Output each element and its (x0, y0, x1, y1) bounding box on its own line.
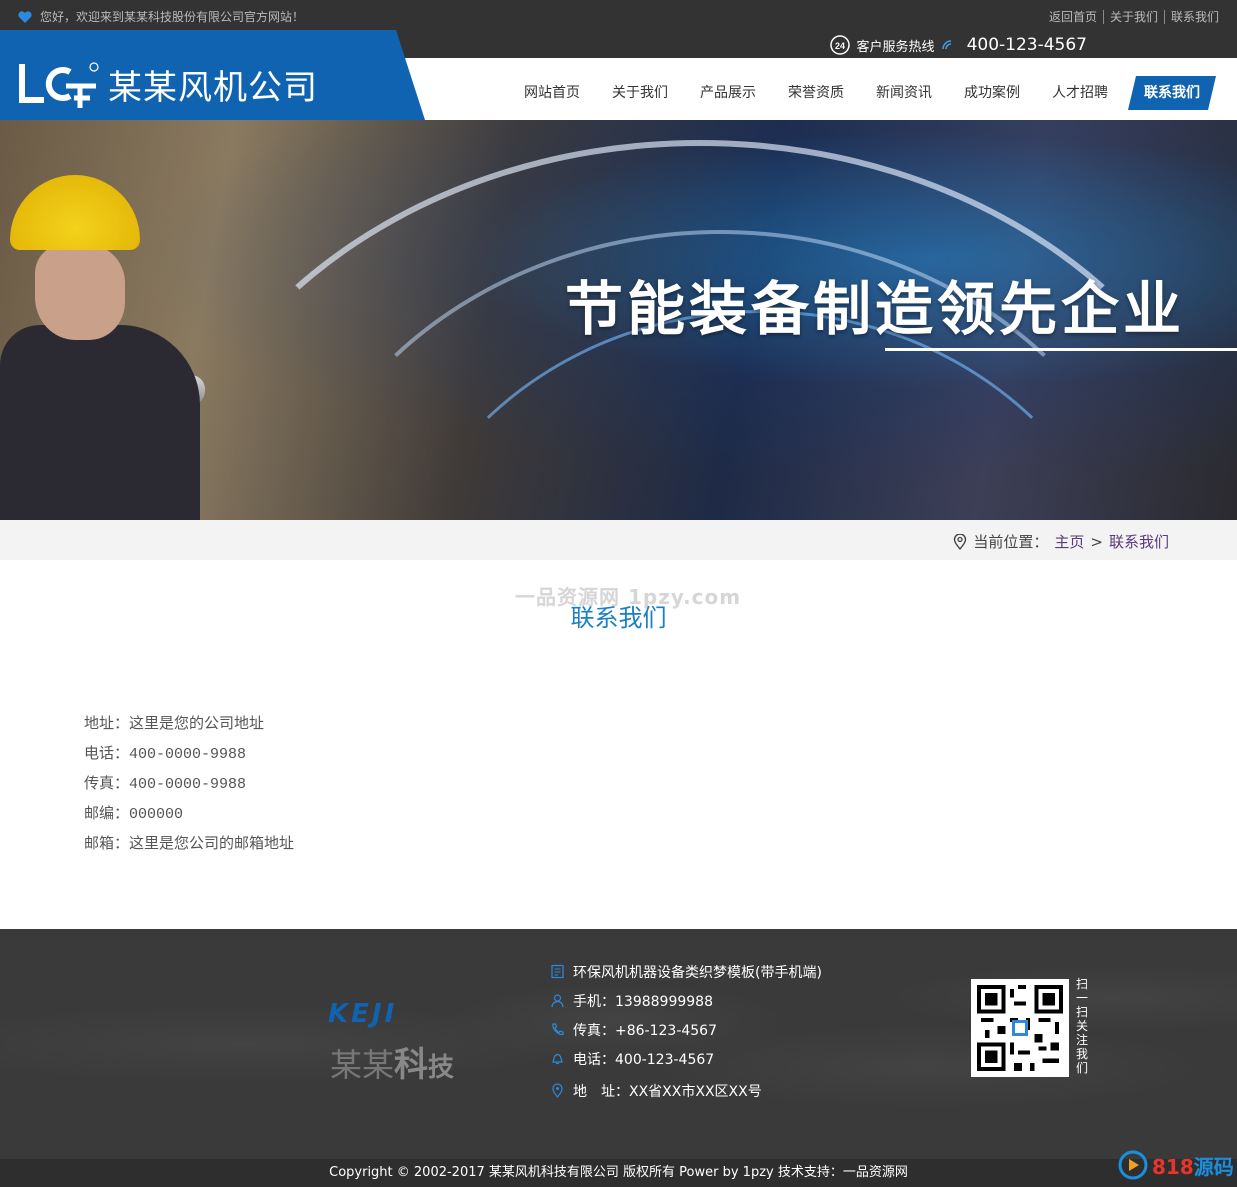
banner-worker-face (35, 245, 125, 340)
hotline-number: 400-123-4567 (966, 35, 1087, 55)
nav-item-jobs[interactable]: 人才招聘 (1036, 76, 1124, 110)
breadcrumb-home[interactable]: 主页 (1054, 531, 1084, 552)
breadcrumb-prefix: 当前位置： (973, 533, 1049, 551)
divider (1163, 9, 1165, 24)
info-row-address: 地址： 这里是您的公司地址 (84, 716, 265, 733)
top-links: 返回首页 关于我们 联系我们 (1049, 8, 1219, 25)
nav-item-contact[interactable]: 联系我们 (1128, 76, 1216, 110)
24h-icon: 24 (829, 35, 850, 55)
footer-contact-title: 环保风机机器设备类织梦模板(带手机端) (550, 957, 822, 986)
nav-item-news[interactable]: 新闻资讯 (860, 76, 948, 110)
top-link-about[interactable]: 关于我们 (1110, 8, 1158, 25)
copyright: Copyright © 2002-2017 某某风机科技有限公司 版权所有 Po… (0, 1159, 1237, 1187)
watermark-818-text: 818源码 (1152, 1154, 1234, 1179)
main-nav: 网站首页 关于我们 产品展示 荣誉资质 新闻资讯 成功案例 人才招聘 联系我们 (508, 76, 1216, 110)
hotline: 24 客户服务热线 400-123-4567 (829, 34, 1087, 56)
breadcrumb-separator: > (1090, 532, 1103, 551)
logo-icon[interactable] (18, 60, 100, 110)
nav-item-products[interactable]: 产品展示 (684, 76, 772, 110)
footer-brand-keji: KEJI (328, 999, 398, 1029)
breadcrumb-current[interactable]: 联系我们 (1109, 531, 1169, 552)
footer-contact-mobile: 手机：13988999988 (550, 986, 822, 1015)
hotline-label: 客户服务热线 (856, 39, 935, 55)
play-icon (1118, 1150, 1148, 1180)
heart-icon (18, 10, 32, 23)
document-icon (551, 964, 564, 979)
location-pin-icon (954, 533, 967, 550)
footer: KEJI 某某科技 环保风机机器设备类织梦模板(带手机端) 手机：1398899… (0, 929, 1237, 1159)
footer-contact: 环保风机机器设备类织梦模板(带手机端) 手机：13988999988 传真：+8… (550, 957, 822, 1105)
footer-brand-name: 某某科技 (330, 1045, 455, 1085)
logo-text[interactable]: 某某风机公司 (108, 60, 318, 109)
location-icon (552, 1083, 563, 1098)
info-row-fax: 传真： 400-0000-9988 (84, 776, 247, 793)
nav-item-about[interactable]: 关于我们 (596, 76, 684, 110)
welcome-message: 您好，欢迎来到某某科技股份有限公司官方网站！ (18, 8, 304, 25)
breadcrumb: 当前位置： 主页 > 联系我们 (953, 531, 1169, 552)
phone-icon (552, 1023, 564, 1036)
user-icon (551, 994, 564, 1008)
footer-contact-address: 地 址：XX省XX市XX区XX号 (550, 1076, 822, 1105)
info-row-postcode: 邮编： 000000 (84, 806, 184, 823)
top-bar: 您好，欢迎来到某某科技股份有限公司官方网站！ 返回首页 关于我们 联系我们 (0, 0, 1237, 30)
footer-contact-tel: 电话：400-123-4567 (550, 1044, 822, 1073)
hero-banner: 节能装备制造领先企业 (0, 120, 1237, 520)
nav-item-cases[interactable]: 成功案例 (948, 76, 1036, 110)
nav-item-honors[interactable]: 荣誉资质 (772, 76, 860, 110)
page-title: 联系我们 (570, 604, 667, 632)
banner-slogan: 节能装备制造领先企业 (565, 275, 1186, 343)
divider (1102, 9, 1104, 24)
qr-code[interactable] (971, 979, 1069, 1077)
qr-label: 扫一扫关注我们 (1076, 977, 1089, 1075)
footer-contact-fax: 传真：+86-123-4567 (550, 1015, 822, 1044)
bell-icon (552, 1053, 563, 1065)
svg-text:24: 24 (835, 41, 845, 51)
contact-info: 地址： 这里是您的公司地址 电话： 400-0000-9988 传真： 400-000… (84, 710, 294, 860)
top-link-contact[interactable]: 联系我们 (1171, 8, 1219, 25)
watermark-818: 818源码 (1118, 1150, 1234, 1180)
top-link-home[interactable]: 返回首页 (1049, 8, 1097, 25)
banner-underline (885, 348, 1237, 351)
signal-icon (941, 40, 951, 50)
banner-worker-body (0, 325, 200, 520)
info-row-email: 邮箱： 这里是您公司的邮箱地址 (84, 836, 295, 853)
info-row-phone: 电话： 400-0000-9988 (84, 746, 247, 763)
qr-code-icon (977, 985, 1063, 1071)
nav-item-home[interactable]: 网站首页 (508, 76, 596, 110)
banner-worker-helmet (10, 175, 140, 250)
